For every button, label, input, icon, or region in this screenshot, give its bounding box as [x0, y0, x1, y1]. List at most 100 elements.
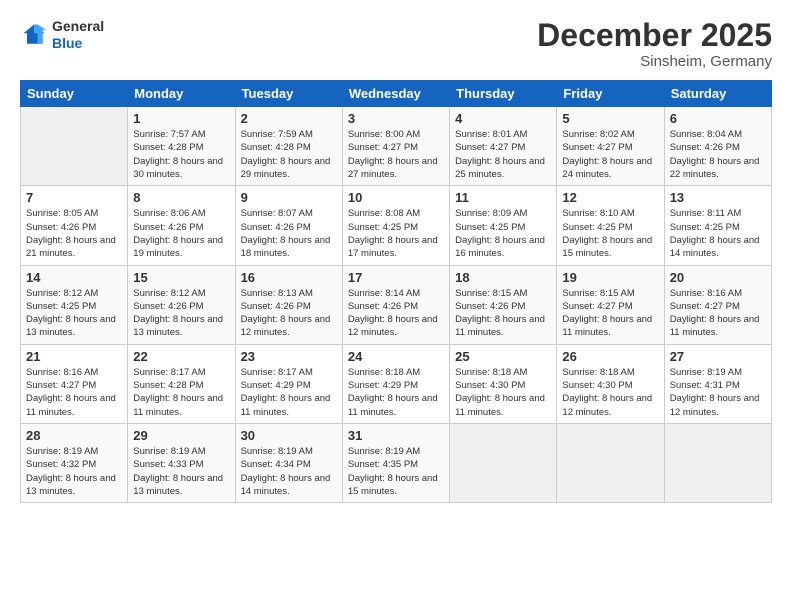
day-info: Sunrise: 8:13 AMSunset: 4:26 PMDaylight:…: [241, 287, 337, 340]
day-number: 10: [348, 190, 444, 205]
day-info: Sunrise: 8:06 AMSunset: 4:26 PMDaylight:…: [133, 207, 229, 260]
day-info: Sunrise: 7:59 AMSunset: 4:28 PMDaylight:…: [241, 128, 337, 181]
day-info: Sunrise: 8:07 AMSunset: 4:26 PMDaylight:…: [241, 207, 337, 260]
day-number: 31: [348, 428, 444, 443]
day-info: Sunrise: 8:09 AMSunset: 4:25 PMDaylight:…: [455, 207, 551, 260]
calendar-week-3: 14Sunrise: 8:12 AMSunset: 4:25 PMDayligh…: [21, 265, 772, 344]
day-info: Sunrise: 8:15 AMSunset: 4:26 PMDaylight:…: [455, 287, 551, 340]
table-row: 16 Sunrise: 8:13 AMSunset: 4:26 PMDayligh…: [235, 265, 342, 344]
header-tuesday: Tuesday: [235, 81, 342, 107]
table-row: 12 Sunrise: 8:10 AMSunset: 4:25 PMDayligh…: [557, 186, 664, 265]
day-number: 22: [133, 349, 229, 364]
day-info: Sunrise: 8:08 AMSunset: 4:25 PMDaylight:…: [348, 207, 444, 260]
day-number: 4: [455, 111, 551, 126]
day-info: Sunrise: 8:19 AMSunset: 4:31 PMDaylight:…: [670, 366, 766, 419]
day-info: Sunrise: 8:10 AMSunset: 4:25 PMDaylight:…: [562, 207, 658, 260]
table-row: 18 Sunrise: 8:15 AMSunset: 4:26 PMDayligh…: [450, 265, 557, 344]
day-number: 25: [455, 349, 551, 364]
calendar-week-1: 1Sunrise: 7:57 AMSunset: 4:28 PMDaylight…: [21, 107, 772, 186]
table-row: 17 Sunrise: 8:14 AMSunset: 4:26 PMDayligh…: [342, 265, 449, 344]
day-number: 28: [26, 428, 122, 443]
table-row: 31 Sunrise: 8:19 AMSunset: 4:35 PMDayligh…: [342, 423, 449, 502]
table-row: 7Sunrise: 8:05 AMSunset: 4:26 PMDaylight…: [21, 186, 128, 265]
header-friday: Friday: [557, 81, 664, 107]
day-number: 27: [670, 349, 766, 364]
day-number: 11: [455, 190, 551, 205]
header-monday: Monday: [128, 81, 235, 107]
day-info: Sunrise: 8:15 AMSunset: 4:27 PMDaylight:…: [562, 287, 658, 340]
table-row: 13Sunrise: 8:11 AMSunset: 4:25 PMDayligh…: [664, 186, 771, 265]
day-number: 20: [670, 270, 766, 285]
table-row: 6Sunrise: 8:04 AMSunset: 4:26 PMDaylight…: [664, 107, 771, 186]
calendar-header-row: Sunday Monday Tuesday Wednesday Thursday…: [21, 81, 772, 107]
day-number: 8: [133, 190, 229, 205]
day-number: 26: [562, 349, 658, 364]
table-row: 11 Sunrise: 8:09 AMSunset: 4:25 PMDayligh…: [450, 186, 557, 265]
table-row: 29Sunrise: 8:19 AMSunset: 4:33 PMDayligh…: [128, 423, 235, 502]
day-number: 17: [348, 270, 444, 285]
table-row: 2 Sunrise: 7:59 AMSunset: 4:28 PMDaylight…: [235, 107, 342, 186]
header-saturday: Saturday: [664, 81, 771, 107]
day-info: Sunrise: 8:19 AMSunset: 4:34 PMDaylight:…: [241, 445, 337, 498]
day-info: Sunrise: 8:00 AMSunset: 4:27 PMDaylight:…: [348, 128, 444, 181]
day-number: 30: [241, 428, 337, 443]
day-number: 15: [133, 270, 229, 285]
day-info: Sunrise: 8:05 AMSunset: 4:26 PMDaylight:…: [26, 207, 122, 260]
table-row: 21 Sunrise: 8:16 AMSunset: 4:27 PMDayligh…: [21, 344, 128, 423]
day-number: 2: [241, 111, 337, 126]
page: General Blue December 2025 Sinsheim, Ger…: [0, 0, 792, 612]
day-info: Sunrise: 8:17 AMSunset: 4:28 PMDaylight:…: [133, 366, 229, 419]
table-row: 9Sunrise: 8:07 AMSunset: 4:26 PMDaylight…: [235, 186, 342, 265]
title-block: December 2025 Sinsheim, Germany: [537, 18, 772, 70]
day-info: Sunrise: 8:19 AMSunset: 4:35 PMDaylight:…: [348, 445, 444, 498]
table-row: 4 Sunrise: 8:01 AMSunset: 4:27 PMDaylight…: [450, 107, 557, 186]
table-row: 30 Sunrise: 8:19 AMSunset: 4:34 PMDayligh…: [235, 423, 342, 502]
day-number: 24: [348, 349, 444, 364]
day-info: Sunrise: 8:16 AMSunset: 4:27 PMDaylight:…: [670, 287, 766, 340]
table-row: 19 Sunrise: 8:15 AMSunset: 4:27 PMDayligh…: [557, 265, 664, 344]
day-info: Sunrise: 8:11 AMSunset: 4:25 PMDaylight:…: [670, 207, 766, 260]
table-row: [557, 423, 664, 502]
day-number: 3: [348, 111, 444, 126]
day-info: Sunrise: 8:02 AMSunset: 4:27 PMDaylight:…: [562, 128, 658, 181]
day-info: Sunrise: 8:19 AMSunset: 4:33 PMDaylight:…: [133, 445, 229, 498]
logo-blue: Blue: [52, 35, 104, 52]
table-row: [664, 423, 771, 502]
day-number: 12: [562, 190, 658, 205]
day-info: Sunrise: 8:18 AMSunset: 4:30 PMDaylight:…: [455, 366, 551, 419]
table-row: [21, 107, 128, 186]
day-info: Sunrise: 8:12 AMSunset: 4:26 PMDaylight:…: [133, 287, 229, 340]
logo: General Blue: [20, 18, 104, 52]
calendar-week-5: 28 Sunrise: 8:19 AMSunset: 4:32 PMDayligh…: [21, 423, 772, 502]
logo-general: General: [52, 18, 104, 35]
day-number: 16: [241, 270, 337, 285]
day-info: Sunrise: 8:18 AMSunset: 4:29 PMDaylight:…: [348, 366, 444, 419]
month-title: December 2025: [537, 18, 772, 53]
day-info: Sunrise: 8:14 AMSunset: 4:26 PMDaylight:…: [348, 287, 444, 340]
location: Sinsheim, Germany: [537, 53, 772, 70]
table-row: 22 Sunrise: 8:17 AMSunset: 4:28 PMDayligh…: [128, 344, 235, 423]
day-number: 23: [241, 349, 337, 364]
day-number: 18: [455, 270, 551, 285]
table-row: 20 Sunrise: 8:16 AMSunset: 4:27 PMDayligh…: [664, 265, 771, 344]
header-sunday: Sunday: [21, 81, 128, 107]
header-wednesday: Wednesday: [342, 81, 449, 107]
day-info: Sunrise: 8:19 AMSunset: 4:32 PMDaylight:…: [26, 445, 122, 498]
day-info: Sunrise: 8:01 AMSunset: 4:27 PMDaylight:…: [455, 128, 551, 181]
table-row: 23Sunrise: 8:17 AMSunset: 4:29 PMDayligh…: [235, 344, 342, 423]
table-row: 5Sunrise: 8:02 AMSunset: 4:27 PMDaylight…: [557, 107, 664, 186]
table-row: 26Sunrise: 8:18 AMSunset: 4:30 PMDayligh…: [557, 344, 664, 423]
table-row: 10 Sunrise: 8:08 AMSunset: 4:25 PMDayligh…: [342, 186, 449, 265]
logo-icon: [20, 21, 48, 49]
table-row: 14Sunrise: 8:12 AMSunset: 4:25 PMDayligh…: [21, 265, 128, 344]
header: General Blue December 2025 Sinsheim, Ger…: [20, 18, 772, 70]
table-row: 27 Sunrise: 8:19 AMSunset: 4:31 PMDayligh…: [664, 344, 771, 423]
calendar-week-4: 21 Sunrise: 8:16 AMSunset: 4:27 PMDayligh…: [21, 344, 772, 423]
table-row: [450, 423, 557, 502]
day-info: Sunrise: 8:16 AMSunset: 4:27 PMDaylight:…: [26, 366, 122, 419]
day-number: 21: [26, 349, 122, 364]
table-row: 1Sunrise: 7:57 AMSunset: 4:28 PMDaylight…: [128, 107, 235, 186]
table-row: 8 Sunrise: 8:06 AMSunset: 4:26 PMDaylight…: [128, 186, 235, 265]
day-info: Sunrise: 7:57 AMSunset: 4:28 PMDaylight:…: [133, 128, 229, 181]
day-number: 19: [562, 270, 658, 285]
